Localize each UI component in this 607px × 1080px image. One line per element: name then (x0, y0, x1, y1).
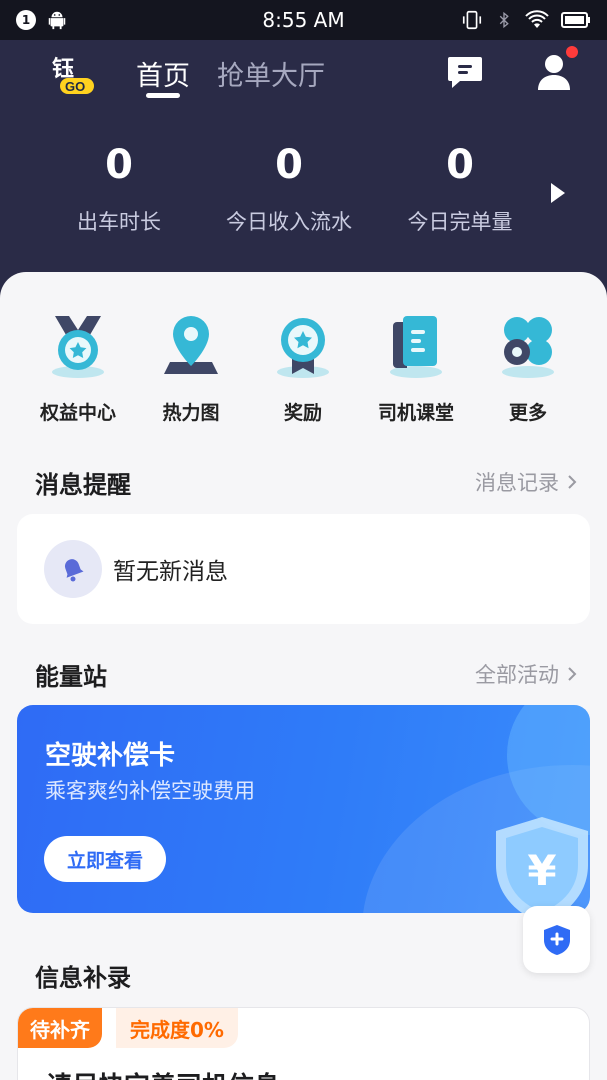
bell-icon-wrap (44, 540, 102, 598)
tab-home[interactable]: 首页 (136, 54, 190, 93)
status-left: 1 (16, 9, 68, 31)
shortcut-benefits-center[interactable]: 权益中心 (23, 312, 133, 425)
shortcut-label: 权益中心 (39, 402, 116, 424)
promo-title: 空驶补偿卡 (45, 741, 176, 771)
vibrate-icon (462, 10, 482, 30)
tab-order-hall[interactable]: 抢单大厅 (217, 54, 325, 93)
bluetooth-icon (499, 11, 509, 29)
stat-label: 今日收入流水 (226, 210, 352, 234)
promo-banner[interactable]: 空驶补偿卡 乘客爽约补偿空驶费用 立即查看 ¥ (17, 705, 590, 913)
stat-today-income[interactable]: 0 今日收入流水 (204, 140, 374, 236)
more-apps-icon (502, 317, 554, 378)
chevron-right-icon (568, 475, 577, 489)
message-history-label: 消息记录 (475, 471, 559, 495)
shortcut-label: 司机课堂 (377, 402, 454, 424)
logo-text: GO (65, 79, 85, 94)
info-section-header: 信息补录 (0, 958, 607, 998)
energy-title: 能量站 (35, 663, 107, 691)
all-activities-link[interactable]: 全部活动 (475, 659, 577, 689)
stat-value: 0 (105, 142, 133, 188)
shield-symbol: ¥ (527, 846, 556, 895)
stat-label: 出车时长 (77, 210, 161, 234)
stat-today-orders[interactable]: 0 今日完单量 (375, 140, 545, 236)
stat-value: 0 (446, 142, 474, 188)
stat-label: 今日完单量 (407, 210, 513, 234)
watermark-logo-icon (439, 1010, 477, 1054)
info-title: 信息补录 (35, 964, 131, 992)
shield-yen-icon: ¥ (496, 817, 588, 913)
chat-icon[interactable] (446, 54, 484, 90)
notification-dot (566, 46, 578, 58)
notification-count-badge: 1 (16, 10, 36, 30)
status-bar: 1 8:55 AM (0, 0, 607, 40)
watermark-text: 硬件之家 (484, 1016, 584, 1044)
all-activities-label: 全部活动 (475, 663, 559, 687)
battery-icon (561, 12, 590, 28)
shortcut-driver-class[interactable]: 司机课堂 (361, 312, 471, 425)
wifi-icon (525, 10, 549, 28)
shield-plus-icon (543, 924, 570, 955)
play-arrow-icon[interactable] (549, 182, 567, 204)
header: 钰 GO 首页 抢单大厅 0 出车时长 0 今日收入流水 0 今日完单量 (0, 40, 607, 300)
medal-icon (52, 316, 104, 378)
content-sheet: 权益中心 热力图 奖励 司机课堂 更多 消息提醒 消息记录 暂无新消息 能量站 … (0, 272, 607, 1080)
messages-title: 消息提醒 (35, 471, 131, 499)
shortcut-rewards[interactable]: 奖励 (248, 312, 358, 425)
stats-row: 0 出车时长 0 今日收入流水 0 今日完单量 (0, 140, 607, 250)
messages-section-header: 消息提醒 消息记录 (0, 465, 607, 505)
user-profile-icon[interactable] (534, 52, 574, 92)
app-logo-icon[interactable]: 钰 GO (50, 52, 98, 98)
status-right (461, 9, 591, 31)
view-now-button[interactable]: 立即查看 (44, 836, 166, 882)
chevron-right-icon (568, 667, 577, 681)
shortcut-more[interactable]: 更多 (473, 312, 583, 425)
tab-active-indicator (146, 93, 180, 98)
shortcut-label: 奖励 (283, 402, 322, 424)
map-pin-icon (164, 316, 218, 374)
shortcut-grid: 权益中心 热力图 奖励 司机课堂 更多 (0, 312, 607, 425)
message-history-link[interactable]: 消息记录 (475, 467, 577, 497)
bell-icon (64, 559, 84, 582)
promo-subtitle: 乘客爽约补偿空驶费用 (45, 779, 255, 803)
message-card[interactable]: 暂无新消息 (17, 514, 590, 624)
top-nav: 钰 GO 首页 抢单大厅 (0, 40, 607, 110)
pending-tag: 待补齐 (18, 1008, 102, 1048)
watermark: 硬件之家 YING JIAN ZHI JIA.COM (438, 1008, 598, 1062)
shortcut-label: 更多 (508, 402, 547, 424)
book-icon (390, 316, 442, 378)
empty-message-text: 暂无新消息 (113, 559, 228, 585)
progress-tag: 完成度0% (116, 1008, 238, 1048)
reward-badge-icon (277, 318, 329, 378)
stat-drive-time[interactable]: 0 出车时长 (34, 140, 204, 236)
info-card-title: 请尽快完善司机信息 (46, 1066, 280, 1080)
shortcut-label: 热力图 (162, 402, 220, 424)
android-icon (48, 11, 66, 30)
watermark-subtext: YING JIAN ZHI JIA.COM (484, 1042, 559, 1062)
stat-value: 0 (275, 142, 303, 188)
energy-section-header: 能量站 全部活动 (0, 657, 607, 697)
shortcut-heatmap[interactable]: 热力图 (136, 312, 246, 425)
